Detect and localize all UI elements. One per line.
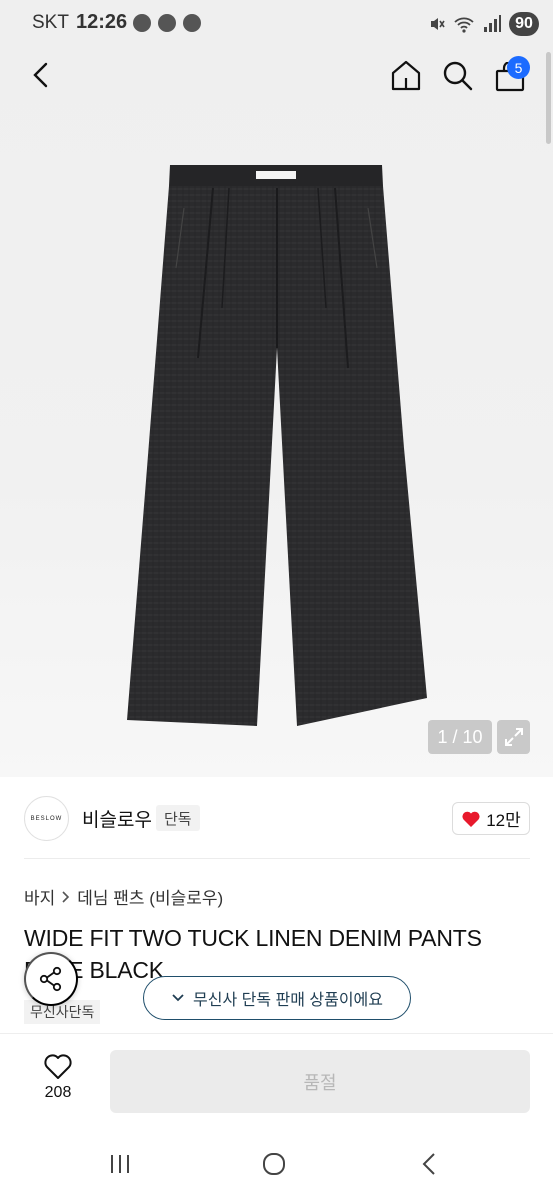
sold-out-button[interactable]: 품절 [110, 1050, 530, 1113]
product-image [127, 165, 427, 726]
clock-time: 12:26 [76, 11, 128, 33]
home-circle-icon [263, 1153, 285, 1175]
home-nav-button[interactable] [262, 1152, 286, 1181]
exclusive-toast: 무신사 단독 판매 상품이에요 [143, 976, 411, 1020]
musinsa-exclusive-badge: 무신사단독 [24, 1000, 101, 1024]
brand-logo-text: BESLOW [30, 815, 63, 822]
back-chevron-icon [422, 1153, 435, 1175]
talk-icon [183, 14, 201, 32]
home-button[interactable] [390, 58, 422, 97]
chevron-right-icon [62, 890, 70, 903]
home-icon [391, 60, 421, 91]
expand-image-button[interactable] [497, 720, 530, 754]
exclusive-badge: 단독 [156, 805, 200, 831]
product-gallery[interactable] [0, 48, 553, 777]
chat-bubble-icon [133, 14, 151, 32]
message-icon [158, 14, 176, 32]
system-nav-bar [0, 1130, 553, 1200]
share-button[interactable] [24, 952, 78, 1006]
brand-name-link[interactable]: 비슬로우 [82, 805, 152, 832]
wishlist-count: 208 [44, 1084, 72, 1101]
recent-apps-icon [111, 1155, 129, 1173]
brand-like-count: 12만 [486, 811, 521, 830]
wishlist-button[interactable]: 208 [36, 1053, 80, 1102]
breadcrumb-subcategory[interactable]: 데님 팬츠 (비슬로우) [77, 884, 223, 909]
cart-count-badge: 5 [507, 56, 530, 79]
image-pager: 1 / 10 [428, 720, 492, 754]
heart-outline-icon [44, 1054, 72, 1079]
search-button[interactable] [442, 60, 474, 97]
mute-icon [431, 18, 445, 30]
page-scrollbar[interactable] [546, 52, 551, 144]
recent-apps-button[interactable] [108, 1152, 132, 1181]
back-arrow-icon [33, 62, 48, 88]
brand-like-button[interactable]: 12만 [452, 802, 530, 835]
status-bar: SKT 12:26 90 [0, 0, 553, 48]
back-button[interactable] [28, 60, 54, 95]
expand-icon [504, 728, 523, 746]
carrier-label: SKT [32, 12, 69, 33]
section-divider [24, 858, 530, 859]
search-icon [443, 61, 473, 91]
heart-filled-icon [462, 811, 480, 827]
toast-text: 무신사 단독 판매 상품이에요 [193, 992, 383, 1009]
breadcrumb-category[interactable]: 바지 [24, 884, 55, 909]
wifi-icon [454, 17, 474, 33]
breadcrumb: 바지 데님 팬츠 (비슬로우) [24, 884, 223, 909]
system-icons: 90 [428, 10, 539, 38]
back-nav-button[interactable] [418, 1152, 442, 1181]
share-icon [39, 966, 62, 992]
battery-indicator: 90 [509, 12, 539, 36]
signal-icon [484, 15, 501, 32]
brand-logo[interactable]: BESLOW [24, 796, 69, 841]
chevron-down-icon [172, 994, 184, 1002]
